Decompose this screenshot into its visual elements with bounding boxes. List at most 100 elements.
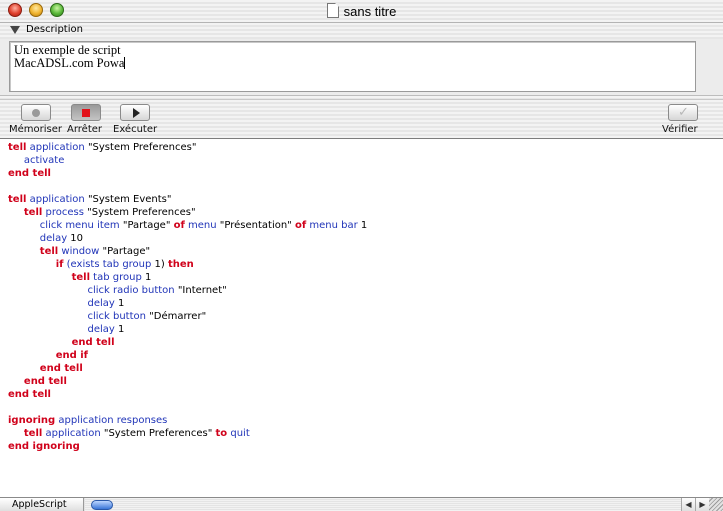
stop-label: Arrêter bbox=[67, 124, 103, 135]
code-token: 1) bbox=[151, 259, 168, 270]
code-token: 1 bbox=[114, 298, 125, 309]
description-label: Description bbox=[26, 24, 83, 35]
description-line-2: MacADSL.com Powa bbox=[14, 56, 125, 70]
code-token: click radio button bbox=[87, 285, 175, 296]
code-token: "System Preferences" bbox=[83, 207, 196, 218]
code-line: end ignoring bbox=[8, 440, 80, 453]
play-icon bbox=[133, 108, 140, 118]
document-icon bbox=[326, 3, 339, 18]
code-token: menu bar bbox=[306, 220, 358, 231]
code-token: application bbox=[26, 194, 85, 205]
code-token: application bbox=[42, 428, 101, 439]
code-line: delay 1 bbox=[8, 323, 124, 336]
code-token: tell bbox=[23, 428, 43, 439]
status-bar: AppleScript ◀ ▶ bbox=[0, 497, 723, 511]
code-token: menu bbox=[184, 220, 217, 231]
language-popup[interactable]: AppleScript bbox=[0, 498, 84, 511]
description-header bbox=[0, 23, 723, 39]
stop-button[interactable] bbox=[71, 104, 101, 121]
code-token: click button bbox=[87, 311, 146, 322]
record-icon bbox=[32, 109, 40, 117]
code-line: ignoring application responses bbox=[8, 414, 167, 427]
scroll-right-arrow-icon[interactable]: ▶ bbox=[695, 498, 709, 511]
code-line: end tell bbox=[8, 362, 83, 375]
code-line: end tell bbox=[8, 167, 51, 180]
code-token: end tell bbox=[8, 389, 51, 400]
code-token: 10 bbox=[67, 233, 84, 244]
code-token: "System Preferences" bbox=[100, 428, 216, 439]
disclosure-triangle-icon[interactable] bbox=[10, 26, 20, 34]
code-line: tell application "System Preferences" to… bbox=[8, 427, 250, 440]
scroll-left-arrow-icon[interactable]: ◀ bbox=[681, 498, 695, 511]
code-line: if (exists tab group 1) then bbox=[8, 258, 194, 271]
script-editor-window: sans titre Description Un exemple de scr… bbox=[0, 0, 723, 511]
description-field[interactable]: Un exemple de script MacADSL.com Powa bbox=[9, 41, 696, 92]
code-token: "Démarrer" bbox=[145, 311, 207, 322]
code-token: 1 bbox=[141, 272, 152, 283]
code-token: end tell bbox=[71, 337, 115, 348]
code-token: end tell bbox=[23, 376, 67, 387]
code-token: delay bbox=[39, 233, 68, 244]
run-button[interactable] bbox=[120, 104, 150, 121]
code-token: 1 bbox=[114, 324, 125, 335]
code-token: then bbox=[167, 259, 194, 270]
code-token: to bbox=[215, 428, 228, 439]
toolbar: Mémoriser Arrêter Exécuter ✓ Vérifier bbox=[0, 99, 723, 139]
code-token: (exists tab group bbox=[63, 259, 152, 270]
script-editor-area[interactable]: tell application "System Preferences" ac… bbox=[0, 138, 723, 498]
check-syntax-button[interactable]: ✓ bbox=[668, 104, 698, 121]
resize-grip-icon[interactable] bbox=[709, 498, 723, 511]
code-line: tell tab group 1 bbox=[8, 271, 152, 284]
title-bar[interactable]: sans titre bbox=[0, 0, 723, 23]
code-token: end tell bbox=[39, 363, 83, 374]
code-line: click button "Démarrer" bbox=[8, 310, 206, 323]
code-token: "Partage" bbox=[99, 246, 151, 257]
code-line: tell process "System Preferences" bbox=[8, 206, 196, 219]
code-token: end if bbox=[55, 350, 89, 361]
window-title: sans titre bbox=[343, 4, 397, 19]
code-token: window bbox=[58, 246, 100, 257]
code-token: quit bbox=[227, 428, 250, 439]
code-token: "Partage" bbox=[119, 220, 174, 231]
horizontal-scrollbar[interactable]: ◀ ▶ bbox=[85, 498, 723, 511]
check-syntax-label: Vérifier bbox=[662, 124, 698, 135]
code-token: tell bbox=[8, 194, 27, 205]
code-token: delay bbox=[87, 298, 115, 309]
code-token: ignoring bbox=[8, 415, 56, 426]
code-line: click radio button "Internet" bbox=[8, 284, 226, 297]
window-title-area: sans titre bbox=[0, 3, 723, 19]
text-caret bbox=[124, 57, 126, 69]
code-token: tell bbox=[39, 246, 59, 257]
code-token: tell bbox=[8, 142, 27, 153]
scroll-thumb[interactable] bbox=[91, 500, 113, 510]
code-line: end tell bbox=[8, 388, 51, 401]
checkmark-icon: ✓ bbox=[678, 105, 689, 120]
record-button[interactable] bbox=[21, 104, 51, 121]
code-line: tell application "System Preferences" bbox=[8, 141, 196, 154]
code-token: of bbox=[173, 220, 185, 231]
code-token: tell bbox=[23, 207, 43, 218]
code-token: click menu item bbox=[39, 220, 120, 231]
code-token: application bbox=[26, 142, 85, 153]
code-token: "System Preferences" bbox=[84, 142, 197, 153]
code-line: tell application "System Events" bbox=[8, 193, 171, 206]
code-line: activate bbox=[8, 154, 64, 167]
code-token: tab group bbox=[90, 272, 142, 283]
record-label: Mémoriser bbox=[9, 124, 63, 135]
code-token: "Présentation" bbox=[216, 220, 295, 231]
stop-icon bbox=[82, 109, 90, 117]
